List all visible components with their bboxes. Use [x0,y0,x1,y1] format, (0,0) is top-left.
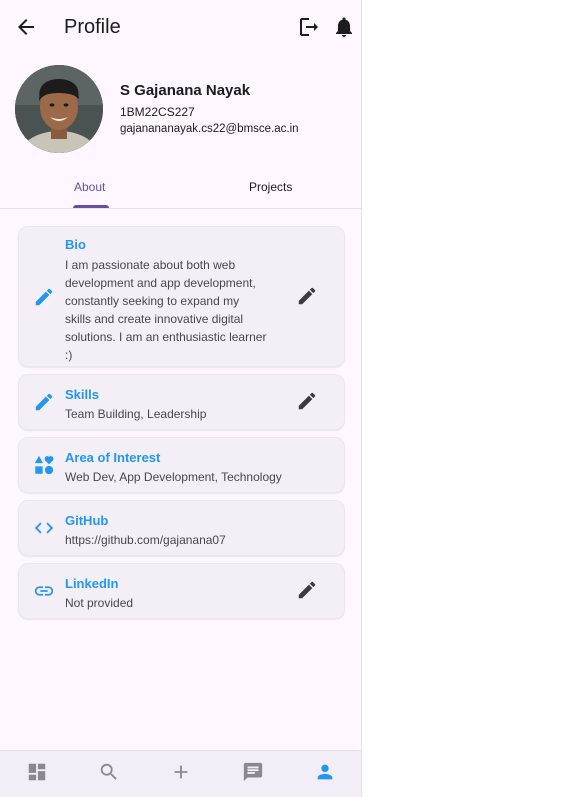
edit-bio-icon[interactable] [296,285,318,307]
profile-id: 1BM22CS227 [120,105,195,119]
linkedin-title: LinkedIn [65,576,119,591]
code-icon [34,522,54,534]
person-icon[interactable] [314,761,336,783]
arrow-back-icon[interactable] [14,15,38,39]
bio-line: :) [65,348,73,362]
pencil-icon [35,288,53,306]
pencil-icon [35,393,53,411]
skills-title: Skills [65,387,99,402]
bio-title: Bio [65,237,86,252]
chat-icon[interactable] [242,761,264,783]
bio-line: development and app development, [65,276,256,290]
profile-tabs: About Projects [0,170,361,209]
skills-value: Team Building, Leadership [65,407,207,421]
logout-icon[interactable] [297,15,321,39]
link-icon [34,586,54,596]
bottom-navigation [0,750,361,797]
bio-line: skills and create innovative digital [65,312,244,326]
tab-projects[interactable]: Projects [249,180,292,194]
tab-indicator [73,205,109,208]
app-bar: Profile [0,0,361,56]
tab-about[interactable]: About [74,180,105,194]
bio-line: I am passionate about both web [65,258,236,272]
bell-icon[interactable] [332,15,356,39]
github-title: GitHub [65,513,109,528]
linkedin-card[interactable]: LinkedIn Not provided [18,563,345,619]
bio-line: solutions. I am an enthusiastic learner [65,330,267,344]
page-title: Profile [64,16,121,38]
interest-card[interactable]: Area of Interest Web Dev, App Developmen… [18,437,345,493]
github-card[interactable]: GitHub https://github.com/gajanana07 [18,500,345,556]
avatar [15,65,103,153]
search-icon[interactable] [98,761,120,783]
profile-email: gajanananayak.cs22@bmsce.ac.in [120,123,299,135]
category-icon [34,455,54,475]
linkedin-value: Not provided [65,596,134,610]
profile-name: S Gajanana Nayak [120,82,251,99]
edit-linkedin-icon[interactable] [296,579,318,601]
edit-skills-icon[interactable] [296,390,318,412]
avatar-photo [15,65,103,153]
add-icon[interactable] [170,761,192,783]
dashboard-icon[interactable] [26,761,48,783]
bio-line: constantly seeking to expand my [65,294,240,308]
bio-card[interactable]: Bio I am passionate about both web devel… [18,226,345,367]
interest-title: Area of Interest [65,450,161,465]
skills-card[interactable]: Skills Team Building, Leadership [18,374,345,430]
interest-value: Web Dev, App Development, Technology [65,470,282,484]
profile-screen: Profile S Gajanana Nayak 1BM22CS227 gaja… [0,0,362,797]
github-value[interactable]: https://github.com/gajanana07 [65,531,226,549]
bio-text: I am passionate about both web developme… [65,256,266,364]
